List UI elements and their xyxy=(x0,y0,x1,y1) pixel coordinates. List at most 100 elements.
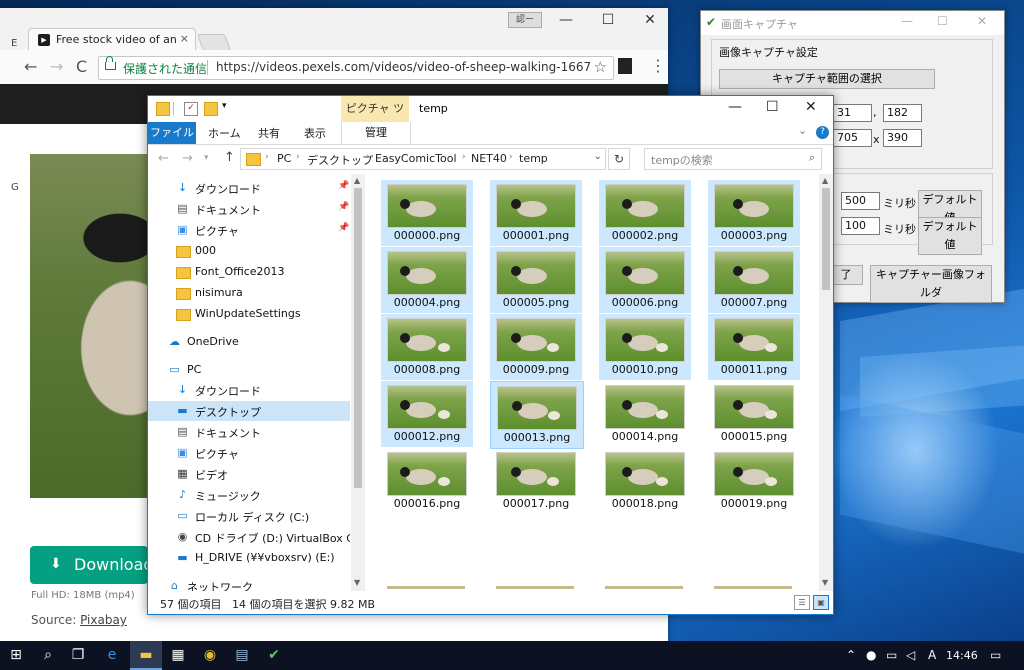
breadcrumb-net40[interactable]: NET40 xyxy=(471,152,507,165)
nav-item[interactable]: ▣ ピクチャ xyxy=(148,443,350,463)
address-bar[interactable]: 保護された通信 https://videos.pexels.com/videos… xyxy=(98,56,614,80)
file-item[interactable]: 000010.png xyxy=(599,314,691,380)
scroll-thumb[interactable] xyxy=(354,188,362,488)
width-field[interactable]: 705 xyxy=(833,129,872,147)
breadcrumb-separator[interactable]: › xyxy=(509,152,513,162)
scroll-thumb[interactable] xyxy=(822,188,830,290)
tab-share[interactable]: 共有 xyxy=(258,125,280,141)
file-explorer-icon[interactable]: ▬ xyxy=(130,641,162,670)
reload-icon[interactable]: C xyxy=(76,57,87,76)
file-item[interactable]: 000018.png xyxy=(599,448,691,514)
file-item[interactable]: 000008.png xyxy=(381,314,473,380)
breadcrumb-separator[interactable]: › xyxy=(265,152,269,162)
nav-item[interactable]: ▦ ビデオ xyxy=(148,464,350,484)
breadcrumb-easycomictool[interactable]: EasyComicTool xyxy=(375,152,457,165)
capture-app-icon[interactable]: ▤ xyxy=(226,641,258,670)
nav-item[interactable]: ▭ PC xyxy=(148,360,350,380)
close-button[interactable]: ✕ xyxy=(636,10,664,30)
nav-item[interactable]: ▭ ローカル ディスク (C:) xyxy=(148,506,350,526)
film-extension-icon[interactable] xyxy=(618,58,632,74)
file-item[interactable]: 000016.png xyxy=(381,448,473,514)
file-item[interactable]: 000003.png xyxy=(708,180,800,246)
recent-dropdown-icon[interactable]: ▾ xyxy=(204,153,209,163)
edge-icon[interactable]: e xyxy=(96,641,128,670)
breadcrumb-desktop[interactable]: デスクトップ xyxy=(307,152,373,168)
nav-item[interactable]: ▣ ピクチャ 📌 xyxy=(148,220,350,240)
file-item[interactable]: 000001.png xyxy=(490,180,582,246)
minimize-button[interactable]: — xyxy=(728,99,742,115)
up-icon[interactable]: ↑ xyxy=(224,150,235,165)
file-item[interactable]: 000017.png xyxy=(490,448,582,514)
chrome-icon[interactable]: ◉ xyxy=(194,641,226,670)
notification-icon[interactable]: ▭ xyxy=(990,648,1001,662)
forward-icon[interactable]: → xyxy=(50,57,63,76)
x-field[interactable]: 31 xyxy=(833,104,872,122)
user-badge[interactable]: 認ー xyxy=(508,12,542,28)
file-item[interactable]: 000007.png xyxy=(708,247,800,313)
tab-close-button[interactable]: × xyxy=(180,32,189,45)
search-icon[interactable]: ⌕ xyxy=(809,151,815,165)
maximize-button[interactable]: ☐ xyxy=(766,99,779,115)
nav-item[interactable]: ▤ ドキュメント 📌 xyxy=(148,199,350,219)
help-icon[interactable]: ? xyxy=(816,126,829,139)
forward-icon[interactable]: → xyxy=(182,151,193,166)
maximize-button[interactable]: ☐ xyxy=(937,14,948,28)
customize-arrow-icon[interactable]: ▾ xyxy=(222,101,227,111)
file-item[interactable]: 000005.png xyxy=(490,247,582,313)
minimize-button[interactable]: — xyxy=(552,10,580,30)
file-item[interactable]: 000011.png xyxy=(708,314,800,380)
easy-comic-tool-icon[interactable]: ✔ xyxy=(258,641,290,670)
partial-thumbnail[interactable] xyxy=(496,586,574,589)
breadcrumb-separator[interactable]: › xyxy=(462,152,466,162)
properties-icon[interactable]: ✓ xyxy=(184,102,198,116)
scroll-down-icon[interactable]: ▼ xyxy=(354,578,360,587)
file-item[interactable]: 000004.png xyxy=(381,247,473,313)
search-icon[interactable]: ⌕ xyxy=(32,641,64,670)
breadcrumb-temp[interactable]: temp xyxy=(519,152,548,165)
battery-icon[interactable]: ● xyxy=(866,648,876,662)
content-scrollbar[interactable]: ▲ ▼ xyxy=(819,174,833,591)
back-icon[interactable]: ← xyxy=(158,151,169,166)
nav-item[interactable]: ♪ ミュージック xyxy=(148,485,350,505)
new-tab-button[interactable] xyxy=(196,34,232,51)
close-button[interactable]: ✕ xyxy=(805,99,817,115)
maximize-button[interactable]: ☐ xyxy=(594,10,622,30)
nav-item[interactable]: ▬ H_DRIVE (¥¥vboxsrv) (E:) xyxy=(148,548,350,568)
file-item[interactable]: 000019.png xyxy=(708,448,800,514)
chevron-down-icon[interactable]: ⌄ xyxy=(798,124,807,137)
ime-indicator[interactable]: A xyxy=(928,648,936,662)
file-item[interactable]: 000014.png xyxy=(599,381,691,447)
refresh-icon[interactable]: ↻ xyxy=(608,148,630,170)
nav-item[interactable]: ↓ ダウンロード 📌 xyxy=(148,178,350,198)
tab-manage[interactable]: 管理 xyxy=(341,122,411,144)
y-field[interactable]: 182 xyxy=(883,104,922,122)
partial-thumbnail[interactable] xyxy=(714,586,792,589)
search-box[interactable]: tempの検索 ⌕ xyxy=(644,148,822,170)
nav-item[interactable]: ◉ CD ドライブ (D:) VirtualBox Guest Ad xyxy=(148,527,350,547)
chevron-up-icon[interactable]: ⌃ xyxy=(846,648,856,662)
minimize-button[interactable]: — xyxy=(901,14,913,28)
partial-thumbnail[interactable] xyxy=(387,586,465,589)
star-icon[interactable]: ☆ xyxy=(594,58,607,76)
close-button[interactable]: ✕ xyxy=(977,14,987,28)
volume-icon[interactable]: ◁ xyxy=(906,648,915,662)
tab-view[interactable]: 表示 xyxy=(304,125,326,141)
file-item[interactable]: 000013.png xyxy=(490,381,584,449)
interval-field[interactable]: 100 xyxy=(841,217,880,235)
file-item[interactable]: 000015.png xyxy=(708,381,800,447)
nav-item[interactable]: 000 xyxy=(148,241,350,261)
details-view-icon[interactable]: ☰ xyxy=(794,595,810,610)
nav-item[interactable]: Font_Office2013 xyxy=(148,262,350,282)
menu-icon[interactable]: ⋮ xyxy=(650,56,666,75)
capture-folder-button[interactable]: キャプチャー画像フォルダ xyxy=(870,265,992,303)
tab-file[interactable]: ファイル xyxy=(148,122,196,144)
search-placeholder[interactable]: tempの検索 xyxy=(651,152,713,168)
back-icon[interactable]: ← xyxy=(24,57,37,76)
file-item[interactable]: 000006.png xyxy=(599,247,691,313)
source-link[interactable]: Pixabay xyxy=(80,613,127,627)
nav-item[interactable]: ↓ ダウンロード xyxy=(148,380,350,400)
select-range-button[interactable]: キャプチャ範囲の選択 xyxy=(719,69,935,89)
height-field[interactable]: 390 xyxy=(883,129,922,147)
nav-item[interactable]: WinUpdateSettings xyxy=(148,304,350,324)
scroll-up-icon[interactable]: ▲ xyxy=(822,176,828,185)
